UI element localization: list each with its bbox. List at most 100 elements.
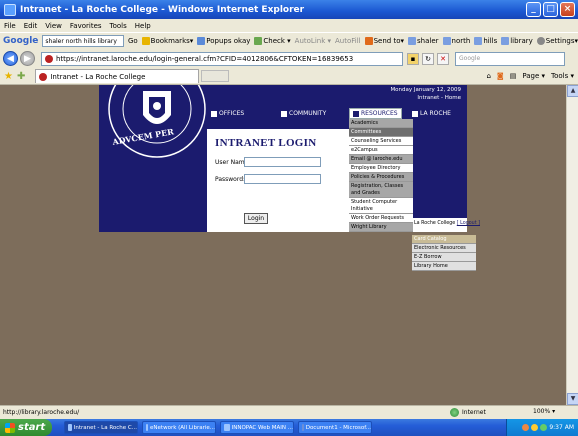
vertical-scrollbar[interactable]: ▲ ▼	[566, 85, 578, 405]
menu-ez-borrow[interactable]: E-Z Borrow	[412, 253, 476, 262]
scroll-up-icon[interactable]: ▲	[567, 85, 578, 97]
tray-network-icon[interactable]	[531, 424, 539, 431]
autolink-button[interactable]: AutoLink ▾	[295, 37, 331, 45]
username-field[interactable]	[244, 157, 321, 167]
live-search-input[interactable]: Google	[455, 51, 565, 66]
menu-favorites[interactable]: Favorites	[70, 22, 102, 30]
zoom-value: 100%	[533, 408, 551, 415]
minimize-button[interactable]: _	[526, 2, 541, 17]
stop-icon[interactable]: ✕	[437, 52, 449, 65]
password-label: Password:	[215, 176, 246, 183]
lock-icon[interactable]: ▪	[407, 52, 419, 65]
password-field[interactable]	[244, 174, 321, 184]
footer-label: La Roche College [ Logout ]	[412, 221, 480, 226]
start-button[interactable]: start	[0, 419, 52, 436]
login-button[interactable]: Login	[244, 213, 268, 224]
menu-help[interactable]: Help	[135, 22, 151, 30]
menu-tools[interactable]: Tools	[110, 22, 127, 30]
settings-button[interactable]: Settings▾	[536, 37, 578, 45]
menu-e2campus[interactable]: e2Campus	[349, 146, 413, 155]
nav-community[interactable]: COMMUNITY	[281, 110, 326, 117]
menu-academics[interactable]: Academics	[349, 119, 413, 128]
menu-view[interactable]: View	[45, 22, 62, 30]
close-button[interactable]: ×	[560, 2, 575, 17]
address-bar[interactable]: https://intranet.laroche.edu/login-gener…	[41, 51, 403, 66]
window-titlebar: Intranet - La Roche College - Windows In…	[0, 0, 578, 19]
home-icon[interactable]: ⌂	[486, 72, 490, 80]
menu-committees[interactable]: Committees	[349, 128, 413, 137]
highlight-icon	[408, 37, 417, 45]
status-url: http://library.laroche.edu/	[3, 409, 80, 416]
highlight-hills[interactable]: hills	[474, 37, 497, 45]
feeds-icon[interactable]: ◙	[497, 72, 504, 80]
home-links[interactable]: Intranet - Home	[390, 94, 461, 102]
menu-counseling[interactable]: Counseling Services	[349, 137, 413, 146]
people-icon	[281, 110, 287, 117]
popups-button[interactable]: Popups okay	[197, 37, 250, 45]
autofill-button[interactable]: AutoFill	[335, 37, 361, 45]
task-label: INNOPAC Web MAIN ...	[231, 424, 293, 431]
menu-work-order[interactable]: Work Order Requests	[349, 214, 413, 223]
hills-label: hills	[483, 37, 498, 45]
menu-policies[interactable]: Policies & Procedures	[349, 173, 413, 182]
go-button[interactable]: Go	[128, 37, 138, 45]
status-bar: http://library.laroche.edu/ Internet 100…	[0, 405, 578, 419]
maximize-button[interactable]: □	[543, 2, 558, 17]
tray-shield-icon[interactable]	[522, 424, 530, 431]
new-tab-button[interactable]	[201, 70, 230, 82]
highlight-north[interactable]: north	[442, 37, 470, 45]
forward-button[interactable]: ▶	[20, 51, 35, 66]
tools-menu[interactable]: Tools ▾	[551, 72, 574, 80]
zone-label: Internet	[462, 409, 486, 416]
refresh-icon[interactable]: ↻	[422, 52, 434, 65]
nav-offices[interactable]: OFFICES	[211, 110, 244, 117]
menu-wright-library[interactable]: Wright Library	[349, 223, 413, 232]
print-icon[interactable]: ▤	[510, 72, 517, 80]
menu-card-catalog[interactable]: Card Catalog	[412, 235, 476, 244]
seal-area: ROCHE COLLEGE ADVCEM PER	[99, 85, 207, 232]
back-button[interactable]: ◀	[3, 51, 18, 66]
popup-icon	[197, 37, 206, 45]
highlight-shaler[interactable]: shaler	[408, 37, 439, 45]
scroll-down-icon[interactable]: ▼	[567, 393, 578, 405]
logout-link[interactable]: [ Logout ]	[457, 221, 480, 226]
menu-student-computer[interactable]: Student Computer Initiative	[349, 198, 413, 214]
college-seal-icon: ROCHE COLLEGE ADVCEM PER	[108, 85, 207, 158]
page-menu[interactable]: Page ▾	[522, 72, 545, 80]
taskbar: start Intranet - La Roche C... eNetwork …	[0, 419, 578, 436]
shaler-label: shaler	[417, 37, 439, 45]
menu-library-home[interactable]: Library Home	[412, 262, 476, 271]
page-content: ROCHE COLLEGE ADVCEM PER Monday January …	[0, 85, 566, 405]
task-innopac[interactable]: INNOPAC Web MAIN ...	[220, 421, 294, 434]
add-favorites-icon[interactable]: ✚	[17, 71, 25, 82]
menu-electronic-resources[interactable]: Electronic Resources	[412, 244, 476, 253]
menu-edit[interactable]: Edit	[24, 22, 38, 30]
tab-row: ★ ✚ Intranet - La Roche College ⌂ ◙ ▤ Pa…	[0, 68, 578, 85]
nav-resources[interactable]: RESOURCES	[349, 108, 402, 119]
nav-offices-label: OFFICES	[219, 110, 245, 117]
nav-laroche-label: LA ROCHE	[420, 110, 451, 117]
tab-intranet[interactable]: Intranet - La Roche College	[35, 69, 200, 83]
task-document1[interactable]: Document1 - Microsof...	[298, 421, 372, 434]
menu-directory[interactable]: Employee Directory	[349, 164, 413, 173]
zoom-control[interactable]: 100% ▾	[533, 408, 555, 415]
address-url: https://intranet.laroche.edu/login-gener…	[56, 54, 354, 63]
nav-laroche[interactable]: LA ROCHE	[412, 110, 451, 117]
resources-dropdown: Academics Committees Counseling Services…	[349, 119, 413, 232]
menu-email[interactable]: Email @ laroche.edu	[349, 155, 413, 164]
tray-volume-icon[interactable]	[540, 424, 548, 431]
menu-bar: File Edit View Favorites Tools Help	[0, 19, 578, 32]
google-search-input[interactable]: shaler north hills library	[42, 35, 124, 47]
menu-registration[interactable]: Registration, Classes and Grades	[349, 182, 413, 198]
tab-favicon-icon	[39, 72, 48, 81]
highlight-library[interactable]: library	[501, 37, 533, 45]
nav-resources-label: RESOURCES	[361, 110, 398, 117]
favorites-star-icon[interactable]: ★	[4, 71, 13, 82]
task-enetwork[interactable]: eNetwork (All Librarie...	[142, 421, 216, 434]
task-intranet[interactable]: Intranet - La Roche C...	[64, 421, 138, 434]
task-label: eNetwork (All Librarie...	[150, 424, 215, 431]
check-button[interactable]: Check ▾	[254, 37, 291, 45]
menu-file[interactable]: File	[4, 22, 16, 30]
sendto-button[interactable]: Send to▾	[364, 37, 404, 45]
bookmarks-button[interactable]: Bookmarks▾	[141, 37, 193, 45]
